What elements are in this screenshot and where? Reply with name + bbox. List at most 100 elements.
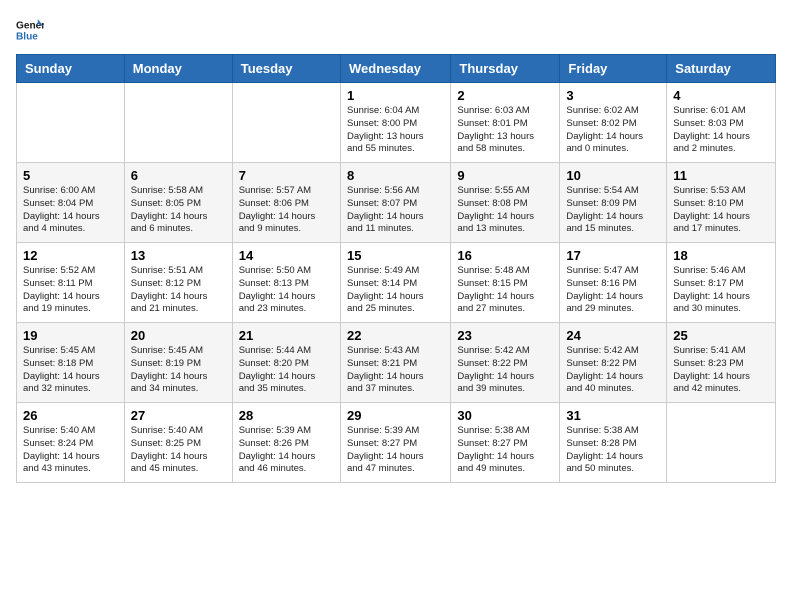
day-number: 3 <box>566 88 660 103</box>
day-number: 28 <box>239 408 334 423</box>
calendar-cell: 8 Sunrise: 5:56 AM Sunset: 8:07 PM Daylig… <box>340 163 450 243</box>
day-number: 29 <box>347 408 444 423</box>
calendar-cell: 20 Sunrise: 5:45 AM Sunset: 8:19 PM Dayli… <box>124 323 232 403</box>
day-number: 22 <box>347 328 444 343</box>
calendar-cell: 27 Sunrise: 5:40 AM Sunset: 8:25 PM Dayli… <box>124 403 232 483</box>
calendar-cell <box>17 83 125 163</box>
day-number: 20 <box>131 328 226 343</box>
day-info: Sunrise: 5:46 AM Sunset: 8:17 PM Dayligh… <box>673 265 769 316</box>
day-info: Sunrise: 5:54 AM Sunset: 8:09 PM Dayligh… <box>566 185 660 236</box>
logo-icon: General Blue <box>16 16 44 44</box>
day-info: Sunrise: 5:38 AM Sunset: 8:27 PM Dayligh… <box>457 425 553 476</box>
calendar-cell: 2Sunrise: 6:03 AM Sunset: 8:01 PM Daylig… <box>451 83 560 163</box>
calendar-cell: 19 Sunrise: 5:45 AM Sunset: 8:18 PM Dayli… <box>17 323 125 403</box>
day-number: 1 <box>347 88 444 103</box>
calendar-cell <box>232 83 340 163</box>
day-number: 31 <box>566 408 660 423</box>
day-number: 21 <box>239 328 334 343</box>
day-number: 19 <box>23 328 118 343</box>
calendar-cell <box>124 83 232 163</box>
calendar-cell: 14Sunrise: 5:50 AM Sunset: 8:13 PM Dayli… <box>232 243 340 323</box>
day-number: 25 <box>673 328 769 343</box>
day-number: 9 <box>457 168 553 183</box>
day-number: 8 <box>347 168 444 183</box>
day-number: 23 <box>457 328 553 343</box>
svg-text:Blue: Blue <box>16 31 38 42</box>
calendar-cell: 9 Sunrise: 5:55 AM Sunset: 8:08 PM Daylig… <box>451 163 560 243</box>
day-number: 26 <box>23 408 118 423</box>
day-info: Sunrise: 5:49 AM Sunset: 8:14 PM Dayligh… <box>347 265 444 316</box>
day-number: 17 <box>566 248 660 263</box>
day-info: Sunrise: 5:47 AM Sunset: 8:16 PM Dayligh… <box>566 265 660 316</box>
day-number: 13 <box>131 248 226 263</box>
day-number: 12 <box>23 248 118 263</box>
day-info: Sunrise: 5:58 AM Sunset: 8:05 PM Dayligh… <box>131 185 226 236</box>
day-number: 10 <box>566 168 660 183</box>
day-number: 6 <box>131 168 226 183</box>
calendar-cell: 10 Sunrise: 5:54 AM Sunset: 8:09 PM Dayli… <box>560 163 667 243</box>
day-info: Sunrise: 5:55 AM Sunset: 8:08 PM Dayligh… <box>457 185 553 236</box>
day-number: 7 <box>239 168 334 183</box>
calendar-cell: 5 Sunrise: 6:00 AM Sunset: 8:04 PM Daylig… <box>17 163 125 243</box>
calendar-cell: 1Sunrise: 6:04 AM Sunset: 8:00 PM Daylig… <box>340 83 450 163</box>
day-info: Sunrise: 5:40 AM Sunset: 8:24 PM Dayligh… <box>23 425 118 476</box>
day-info: Sunrise: 5:57 AM Sunset: 8:06 PM Dayligh… <box>239 185 334 236</box>
calendar-cell: 18 Sunrise: 5:46 AM Sunset: 8:17 PM Dayli… <box>667 243 776 323</box>
day-info: Sunrise: 5:53 AM Sunset: 8:10 PM Dayligh… <box>673 185 769 236</box>
calendar-week-5: 26 Sunrise: 5:40 AM Sunset: 8:24 PM Dayli… <box>17 403 776 483</box>
calendar-cell: 30 Sunrise: 5:38 AM Sunset: 8:27 PM Dayli… <box>451 403 560 483</box>
calendar-week-1: 1Sunrise: 6:04 AM Sunset: 8:00 PM Daylig… <box>17 83 776 163</box>
day-number: 5 <box>23 168 118 183</box>
day-info: Sunrise: 5:43 AM Sunset: 8:21 PM Dayligh… <box>347 345 444 396</box>
calendar-cell: 23 Sunrise: 5:42 AM Sunset: 8:22 PM Dayli… <box>451 323 560 403</box>
day-info: Sunrise: 5:45 AM Sunset: 8:18 PM Dayligh… <box>23 345 118 396</box>
day-info: Sunrise: 5:56 AM Sunset: 8:07 PM Dayligh… <box>347 185 444 236</box>
calendar-cell: 13 Sunrise: 5:51 AM Sunset: 8:12 PM Dayli… <box>124 243 232 323</box>
day-number: 30 <box>457 408 553 423</box>
day-number: 18 <box>673 248 769 263</box>
header-monday: Monday <box>124 55 232 83</box>
calendar-cell: 17 Sunrise: 5:47 AM Sunset: 8:16 PM Dayli… <box>560 243 667 323</box>
header-friday: Friday <box>560 55 667 83</box>
calendar-table: SundayMondayTuesdayWednesdayThursdayFrid… <box>16 54 776 483</box>
calendar-cell: 4 Sunrise: 6:01 AM Sunset: 8:03 PM Daylig… <box>667 83 776 163</box>
day-info: Sunrise: 5:41 AM Sunset: 8:23 PM Dayligh… <box>673 345 769 396</box>
calendar-cell: 25 Sunrise: 5:41 AM Sunset: 8:23 PM Dayli… <box>667 323 776 403</box>
calendar-week-4: 19 Sunrise: 5:45 AM Sunset: 8:18 PM Dayli… <box>17 323 776 403</box>
calendar-header-row: SundayMondayTuesdayWednesdayThursdayFrid… <box>17 55 776 83</box>
day-number: 27 <box>131 408 226 423</box>
page-header: General Blue <box>16 16 776 44</box>
header-tuesday: Tuesday <box>232 55 340 83</box>
header-thursday: Thursday <box>451 55 560 83</box>
day-info: Sunrise: 5:42 AM Sunset: 8:22 PM Dayligh… <box>457 345 553 396</box>
calendar-cell: 3 Sunrise: 6:02 AM Sunset: 8:02 PM Daylig… <box>560 83 667 163</box>
day-info: Sunrise: 6:02 AM Sunset: 8:02 PM Dayligh… <box>566 105 660 156</box>
day-info: Sunrise: 6:00 AM Sunset: 8:04 PM Dayligh… <box>23 185 118 236</box>
day-number: 11 <box>673 168 769 183</box>
day-info: Sunrise: 5:44 AM Sunset: 8:20 PM Dayligh… <box>239 345 334 396</box>
calendar-cell: 24 Sunrise: 5:42 AM Sunset: 8:22 PM Dayli… <box>560 323 667 403</box>
day-number: 16 <box>457 248 553 263</box>
calendar-cell: 7 Sunrise: 5:57 AM Sunset: 8:06 PM Daylig… <box>232 163 340 243</box>
day-number: 15 <box>347 248 444 263</box>
day-info: Sunrise: 6:01 AM Sunset: 8:03 PM Dayligh… <box>673 105 769 156</box>
day-number: 14 <box>239 248 334 263</box>
day-info: Sunrise: 5:52 AM Sunset: 8:11 PM Dayligh… <box>23 265 118 316</box>
calendar-cell: 22 Sunrise: 5:43 AM Sunset: 8:21 PM Dayli… <box>340 323 450 403</box>
day-number: 4 <box>673 88 769 103</box>
calendar-cell: 12 Sunrise: 5:52 AM Sunset: 8:11 PM Dayli… <box>17 243 125 323</box>
day-number: 24 <box>566 328 660 343</box>
day-info: Sunrise: 5:39 AM Sunset: 8:26 PM Dayligh… <box>239 425 334 476</box>
calendar-cell: 31 Sunrise: 5:38 AM Sunset: 8:28 PM Dayli… <box>560 403 667 483</box>
calendar-cell <box>667 403 776 483</box>
day-info: Sunrise: 5:42 AM Sunset: 8:22 PM Dayligh… <box>566 345 660 396</box>
day-info: Sunrise: 5:48 AM Sunset: 8:15 PM Dayligh… <box>457 265 553 316</box>
day-info: Sunrise: 5:51 AM Sunset: 8:12 PM Dayligh… <box>131 265 226 316</box>
day-info: Sunrise: 5:40 AM Sunset: 8:25 PM Dayligh… <box>131 425 226 476</box>
day-number: 2 <box>457 88 553 103</box>
day-info: Sunrise: 5:45 AM Sunset: 8:19 PM Dayligh… <box>131 345 226 396</box>
calendar-week-2: 5 Sunrise: 6:00 AM Sunset: 8:04 PM Daylig… <box>17 163 776 243</box>
calendar-cell: 11 Sunrise: 5:53 AM Sunset: 8:10 PM Dayli… <box>667 163 776 243</box>
day-info: Sunrise: 5:38 AM Sunset: 8:28 PM Dayligh… <box>566 425 660 476</box>
calendar-cell: 16 Sunrise: 5:48 AM Sunset: 8:15 PM Dayli… <box>451 243 560 323</box>
